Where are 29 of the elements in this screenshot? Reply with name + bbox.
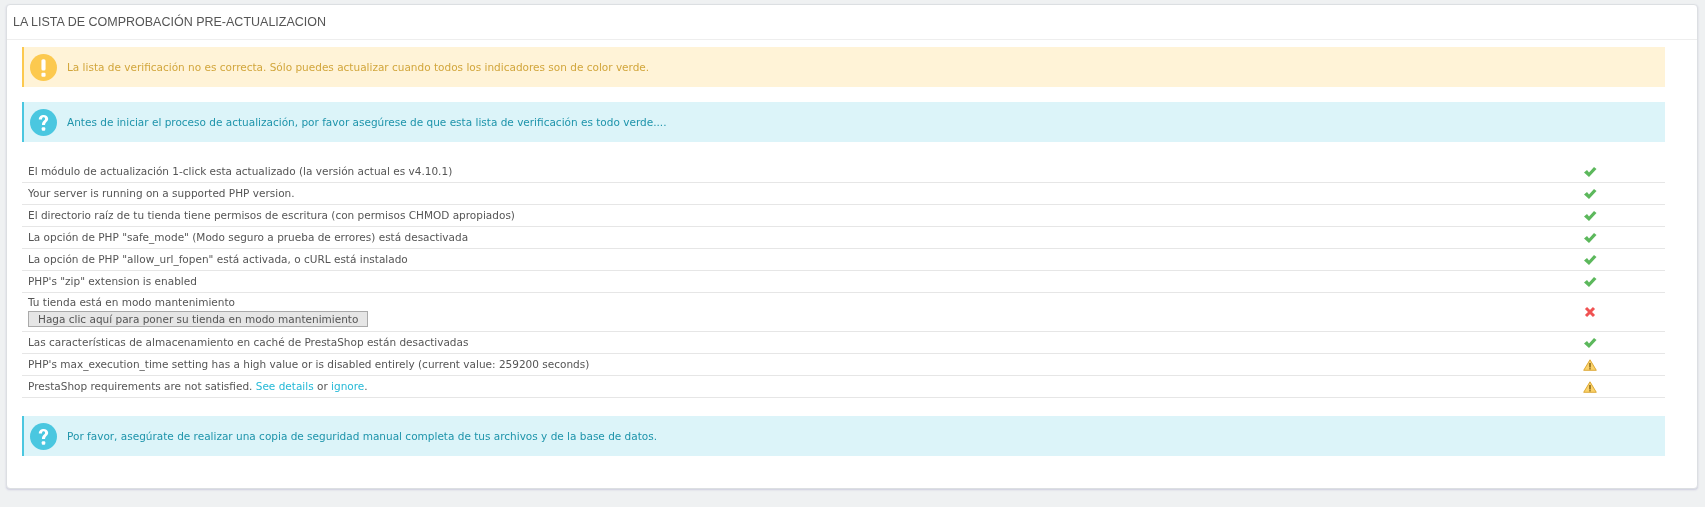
checkmark-icon [1583, 253, 1597, 266]
check-label: Your server is running on a supported PHP version. [28, 186, 295, 201]
checkmark-icon [1583, 231, 1597, 244]
check-label: PHP's max_execution_time setting has a high value or is disabled entirely (current value: 259200 seconds) [28, 357, 590, 372]
alert-message: Por favor, asegúrate de realizar una copia de seguridad manual completa de tus archivos y de la base de datos. [67, 430, 658, 442]
check-label: Las características de almacenamiento en caché de PrestaShop están desactivadas [28, 335, 469, 350]
maintenance-button[interactable]: Haga clic aquí para poner su tienda en modo mantenimiento [28, 311, 369, 327]
checkmark-icon [1583, 275, 1597, 288]
checkmark-icon [1583, 165, 1597, 178]
check-label: La opción de PHP "safe_mode" (Modo seguro a prueba de errores) está desactivada [28, 230, 469, 245]
alert-message: Antes de iniciar el proceso de actualización, por favor asegúrese de que esta lista de verificación es todo verde.... [67, 116, 667, 128]
check-label: Tu tienda está en modo mantenimiento [28, 295, 236, 310]
alert-message: La lista de verificación no es correcta. Sólo puedes actualizar cuando todos los indicadores son de color verde. [67, 61, 650, 73]
checkmark-icon [1583, 187, 1597, 200]
check-label: PHP's "zip" extension is enabled [28, 274, 197, 289]
warning-icon [1583, 358, 1597, 371]
check-label: El módulo de actualización 1-click esta actualizado (la versión actual es v4.10.1) [28, 164, 453, 179]
question-icon [30, 108, 57, 136]
panel-title: LA LISTA DE COMPROBACIÓN PRE-ACTUALIZACION [13, 15, 327, 29]
exclamation-icon [30, 53, 57, 81]
cross-icon [1583, 306, 1597, 318]
check-label: El directorio raíz de tu tienda tiene permisos de escritura (con permisos CHMOD apropiados) [28, 208, 515, 223]
check-label: PrestaShop requirements are not satisfied. See details or ignore. [28, 379, 368, 394]
check-label: La opción de PHP "allow_url_fopen" está activada, o cURL está instalado [28, 252, 408, 267]
link[interactable]: See details [255, 380, 314, 392]
question-icon [30, 422, 57, 450]
checkmark-icon [1583, 209, 1597, 222]
checkmark-icon [1583, 336, 1597, 349]
warning-icon [1583, 380, 1597, 393]
